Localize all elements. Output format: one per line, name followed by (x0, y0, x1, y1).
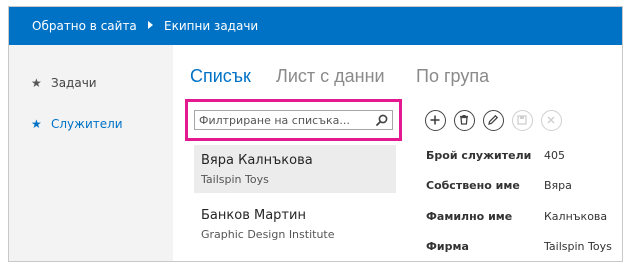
list-item-name: Вяра Калнъкова (201, 153, 313, 168)
app-frame: Обратно в сайта Екипни задачи ★ Задачи ★ С… (8, 6, 623, 262)
sidebar-item-label: Служители (51, 117, 123, 131)
employee-count-label: Брой служители (426, 149, 532, 162)
edit-button[interactable] (483, 110, 504, 131)
search-box (194, 110, 393, 130)
list-item-company: Tailspin Toys (201, 173, 269, 186)
pencil-icon (488, 114, 499, 125)
trash-icon (460, 115, 468, 125)
add-button[interactable] (425, 110, 446, 131)
tab-list[interactable]: Списък (190, 66, 251, 87)
top-bar: Обратно в сайта Екипни задачи (9, 7, 622, 45)
tab-by-group[interactable]: По група (416, 66, 489, 87)
sidebar-item-label: Задачи (51, 76, 97, 90)
last-name-label: Фамилно име (426, 210, 513, 223)
breadcrumb-arrow-icon (148, 21, 153, 29)
star-icon: ★ (31, 117, 42, 131)
plus-icon (430, 115, 440, 125)
search-highlight-frame (185, 99, 402, 141)
sidebar-item-tasks[interactable]: ★ Задачи (31, 76, 97, 94)
company-value: Tailspin Toys (544, 240, 612, 253)
list-item[interactable]: Банков Мартин Graphic Design Institute (194, 200, 396, 248)
company-label: Фирма (426, 240, 469, 253)
save-button[interactable] (512, 110, 533, 131)
first-name-label: Собствено име (426, 179, 520, 192)
tab-datasheet[interactable]: Лист с данни (276, 66, 385, 87)
back-to-site-link[interactable]: Обратно в сайта (32, 19, 137, 33)
close-icon (547, 116, 555, 124)
list-item-company: Graphic Design Institute (201, 228, 335, 241)
search-icon[interactable] (376, 114, 388, 126)
sidebar-item-employees[interactable]: ★ Служители (31, 117, 123, 135)
delete-button[interactable] (454, 110, 475, 131)
first-name-value: Вяра (544, 179, 572, 192)
search-input[interactable] (195, 111, 375, 129)
list-item[interactable]: Вяра Калнъкова Tailspin Toys (194, 145, 396, 193)
list-item-name: Банков Мартин (201, 208, 306, 223)
employee-count-value: 405 (544, 149, 565, 162)
save-icon (517, 115, 527, 125)
last-name-value: Калнъкова (544, 210, 608, 223)
star-icon: ★ (31, 76, 42, 90)
cancel-button[interactable] (541, 110, 562, 131)
sidebar: ★ Задачи ★ Служители (9, 45, 173, 261)
app-title-link[interactable]: Екипни задачи (164, 19, 258, 33)
